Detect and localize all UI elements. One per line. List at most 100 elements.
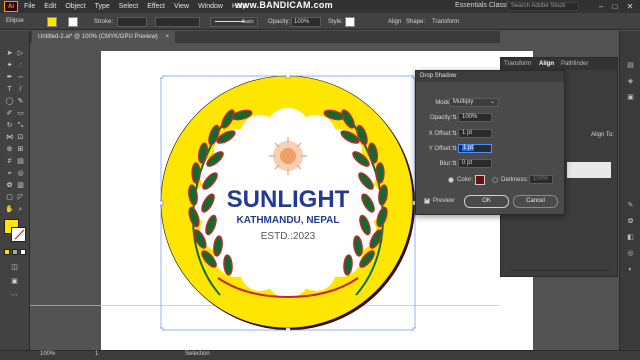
document-tab[interactable]: Untitled-2.ai* @ 100% (CMYK/GPU Preview)…	[32, 31, 175, 43]
hand-tool-icon[interactable]: ✋	[5, 205, 14, 214]
eraser-icon[interactable]: ▭	[16, 109, 25, 118]
fill-swatch[interactable]	[47, 17, 57, 27]
appearance-icon[interactable]: ◎	[626, 249, 635, 258]
menu-edit[interactable]: Edit	[44, 3, 56, 10]
screen-mode-icon[interactable]: ▣	[10, 277, 19, 286]
sunlight-logo[interactable]: SUNLIGHT KATHMANDU, NEPAL ESTD.:2023	[160, 75, 416, 331]
symbols-icon[interactable]: ✿	[626, 217, 635, 226]
stroke-swatch[interactable]	[68, 17, 78, 27]
symbol-sprayer-icon[interactable]: ✿	[5, 181, 14, 190]
graphic-styles-icon[interactable]: ◧	[626, 233, 635, 242]
brushes-icon[interactable]: ✎	[626, 201, 635, 210]
gradient-tool-icon[interactable]: ▤	[16, 157, 25, 166]
properties-icon[interactable]: ▤	[626, 61, 635, 70]
tab-pathfinder[interactable]: Pathfinder	[561, 61, 588, 67]
paintbrush-icon[interactable]: ✎	[16, 97, 25, 106]
graph-tool-icon[interactable]: ▥	[16, 181, 25, 190]
menu-type[interactable]: Type	[95, 3, 110, 10]
current-tool-status[interactable]: Selection	[185, 351, 210, 357]
blur-label: Blur:	[439, 161, 452, 167]
selection-tool-icon[interactable]: ➤	[5, 49, 14, 58]
panel-dock: ▤ ◈ ▣ ✎ ✿ ◧ ◎ ◐	[619, 31, 640, 350]
x-offset-stepper[interactable]: ⇅	[452, 130, 457, 137]
opacity-input[interactable]: 100%	[458, 113, 492, 122]
minimize-icon[interactable]: –	[594, 1, 608, 12]
menu-file[interactable]: File	[24, 3, 35, 10]
chevron-down-icon: ⌄	[489, 99, 495, 105]
perspective-grid-icon[interactable]: ⊞	[16, 145, 25, 154]
darkness-input[interactable]: 100%	[529, 175, 553, 184]
transform-button[interactable]: Transform	[432, 19, 459, 25]
free-transform-icon[interactable]: ⊡	[16, 133, 25, 142]
y-offset-stepper[interactable]: ⇅	[452, 145, 457, 152]
stroke-color-box[interactable]	[11, 227, 26, 242]
menu-window[interactable]: Window	[198, 3, 223, 10]
layers-icon[interactable]: ◈	[626, 77, 635, 86]
tab-transform[interactable]: Transform	[504, 61, 531, 67]
close-icon[interactable]: ✕	[623, 1, 637, 12]
blur-input[interactable]: 0 pt	[458, 159, 492, 168]
scale-tool-icon[interactable]: ⤡	[16, 121, 25, 130]
align-button[interactable]: Align	[388, 19, 401, 25]
mode-select[interactable]: Multiply ⌄	[449, 98, 499, 107]
zoom-level[interactable]: 100%	[40, 351, 55, 357]
type-tool-icon[interactable]: T	[5, 85, 14, 94]
mesh-tool-icon[interactable]: #	[5, 157, 14, 166]
gradient-mode-button[interactable]	[12, 249, 18, 255]
ok-button[interactable]: OK	[464, 195, 509, 208]
x-offset-input[interactable]: 1 pt	[458, 129, 492, 138]
shadow-color-swatch[interactable]	[475, 175, 485, 185]
opacity-stepper[interactable]: ⇅	[452, 114, 457, 121]
transparency-icon[interactable]: ◐	[626, 265, 635, 274]
pen-tool-icon[interactable]: ✒	[5, 73, 14, 82]
blur-stepper[interactable]: ⇅	[452, 160, 457, 167]
cancel-button[interactable]: Cancel	[513, 195, 558, 208]
menu-view[interactable]: View	[174, 3, 189, 10]
ellipse-tool-icon[interactable]: ◯	[5, 97, 14, 106]
align-to-selector[interactable]	[567, 162, 611, 178]
libraries-icon[interactable]: ▣	[626, 93, 635, 102]
preview-label: Preview	[433, 198, 455, 204]
artboard-tool-icon[interactable]: ▢	[5, 193, 14, 202]
tab-align[interactable]: Align	[539, 61, 554, 67]
width-tool-icon[interactable]: ⋈	[5, 133, 14, 142]
color-mode-button[interactable]	[4, 249, 10, 255]
workspace-switcher[interactable]: Essentials Classic	[455, 2, 511, 9]
stock-search-input[interactable]: Search Adobe Stock	[507, 2, 579, 11]
zoom-tool-icon[interactable]: ⌕	[16, 205, 25, 214]
logo-location-text: KATHMANDU, NEPAL	[237, 215, 340, 226]
none-mode-button[interactable]	[20, 249, 26, 255]
magic-wand-icon[interactable]: ✦	[5, 61, 14, 70]
menu-select[interactable]: Select	[119, 3, 138, 10]
close-tab-icon[interactable]: ×	[165, 34, 169, 40]
align-to-label: Align To:	[591, 132, 614, 138]
darkness-label: Darkness:	[501, 177, 529, 183]
blend-tool-icon[interactable]: ◎	[16, 169, 25, 178]
lasso-icon[interactable]: ◌	[16, 61, 25, 70]
brush-definition[interactable]: Basic	[210, 17, 258, 27]
color-radio[interactable]	[448, 177, 454, 183]
curvature-tool-icon[interactable]: ∽	[16, 73, 25, 82]
stroke-weight-field[interactable]	[117, 17, 147, 27]
y-offset-selected-text: 1 pt	[462, 145, 475, 151]
preview-checkbox[interactable]: ✓	[424, 197, 430, 204]
shaper-tool-icon[interactable]: ✐	[5, 109, 14, 118]
darkness-radio[interactable]	[492, 177, 498, 183]
menu-object[interactable]: Object	[65, 3, 85, 10]
shape-builder-icon[interactable]: ⊕	[5, 145, 14, 154]
rotate-tool-icon[interactable]: ↻	[5, 121, 14, 130]
x-offset-label: X Offset:	[428, 131, 452, 137]
menu-effect[interactable]: Effect	[147, 3, 165, 10]
draw-mode-icon[interactable]: ◫	[10, 263, 19, 272]
variable-width-profile[interactable]	[155, 17, 200, 27]
direct-selection-tool-icon[interactable]: ▷	[16, 49, 25, 58]
y-offset-input[interactable]: 1 pt	[458, 144, 492, 153]
line-tool-icon[interactable]: /	[16, 85, 25, 94]
graphic-style-swatch[interactable]	[345, 17, 355, 27]
slice-tool-icon[interactable]: ◸	[16, 193, 25, 202]
artboard-number[interactable]: 1	[95, 351, 98, 357]
eyedropper-icon[interactable]: ⌖	[5, 169, 14, 178]
maximize-icon[interactable]: □	[608, 1, 622, 12]
edit-toolbar-icon[interactable]: ⋯	[10, 291, 19, 300]
opacity-field[interactable]: 100%	[291, 17, 321, 27]
